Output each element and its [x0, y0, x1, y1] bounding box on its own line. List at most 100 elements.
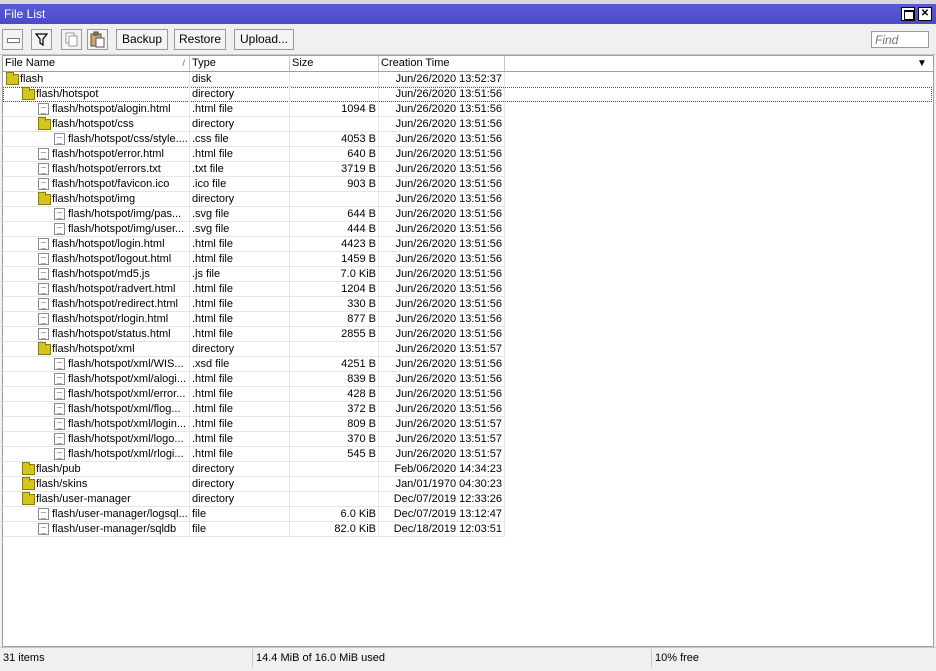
table-row[interactable]: flash/hotspot/img/user... .svg file 444 BJ…	[3, 222, 505, 237]
folder-icon	[38, 192, 51, 205]
file-name-text: flash/hotspot/error.html	[52, 148, 164, 160]
file-name-text: flash/hotspot/xml/WIS...	[68, 358, 184, 370]
cell-creation-time: Jun/26/2020 13:51:57	[379, 417, 505, 432]
remove-button[interactable]	[2, 29, 23, 50]
cell-file-name: flash/hotspot/img	[3, 192, 190, 207]
cell-size	[290, 342, 379, 357]
cell-size	[290, 87, 379, 102]
cell-creation-time: Jun/26/2020 13:51:56	[379, 207, 505, 222]
cell-file-name: flash/hotspot/error.html	[3, 147, 190, 162]
table-row[interactable]: flash/hotspot/redirect.html .html file 330…	[3, 297, 505, 312]
table-row[interactable]: flash/hotspot/md5.js .js file 7.0 KiB Jun/2…	[3, 267, 505, 282]
window-titlebar[interactable]: File List ✕	[0, 4, 936, 24]
copy-button[interactable]	[61, 29, 82, 50]
table-row[interactable]: flash/user-manager/sqldb file 82.0 KiB Dec/…	[3, 522, 505, 537]
file-table: File Name / Type Size Creation Time ▼ fl…	[2, 55, 934, 647]
cell-type: directory	[190, 342, 290, 357]
table-row[interactable]: flash/hotspot/xml/flog... .html file 372 B…	[3, 402, 505, 417]
cell-type: .svg file	[190, 207, 290, 222]
cell-file-name: flash/hotspot/md5.js	[3, 267, 190, 282]
cell-type: .html file	[190, 312, 290, 327]
table-row[interactable]: flash/hotspot/radvert.html .html file 1204…	[3, 282, 505, 297]
cell-type: .txt file	[190, 162, 290, 177]
table-row[interactable]: flash/hotspot directory Jun/26/2020 13:51:…	[3, 87, 932, 102]
cell-file-name: flash/hotspot/xml/logo...	[3, 432, 190, 447]
cell-type: .html file	[190, 147, 290, 162]
cell-size: 1094 B	[290, 102, 379, 117]
table-row[interactable]: flash/hotspot/logout.html .html file 1459 …	[3, 252, 505, 267]
table-row[interactable]: flash/hotspot/login.html .html file 4423 B…	[3, 237, 505, 252]
table-row[interactable]: flash/hotspot/xml/alogi... .html file 839 …	[3, 372, 505, 387]
upload-button[interactable]: Upload...	[234, 29, 294, 50]
folder-icon	[6, 72, 19, 85]
table-row[interactable]: flash/hotspot/img directory Jun/26/2020 13…	[3, 192, 505, 207]
table-row[interactable]: flash/hotspot/errors.txt .txt file 3719 BJ…	[3, 162, 505, 177]
table-row[interactable]: flash/user-manager directory Dec/07/2019 1…	[3, 492, 505, 507]
table-row[interactable]: flash/hotspot/xml/login... .html file 809 …	[3, 417, 505, 432]
table-row[interactable]: flash/hotspot/xml/WIS... .xsd file 4251 BJ…	[3, 357, 505, 372]
table-row[interactable]: flash/hotspot/img/pas... .svg file 644 B Ju…	[3, 207, 505, 222]
file-icon	[38, 523, 49, 535]
file-icon	[54, 208, 65, 220]
table-row[interactable]: flash/skins directory Jan/01/1970 04:30:23	[3, 477, 505, 492]
column-header-type[interactable]: Type	[190, 56, 290, 71]
cell-type: .html file	[190, 237, 290, 252]
file-name-text: flash/hotspot/rlogin.html	[52, 313, 169, 325]
folder-icon	[22, 492, 35, 505]
cell-creation-time: Jun/26/2020 13:51:56	[379, 147, 505, 162]
column-header-creation-time[interactable]: Creation Time	[379, 56, 505, 71]
cell-creation-time: Jun/26/2020 13:51:56	[379, 372, 505, 387]
copy-icon	[65, 32, 78, 47]
file-icon	[38, 283, 49, 295]
file-icon	[38, 508, 49, 520]
restore-button[interactable]: Restore	[174, 29, 226, 50]
status-free-space: 10% free	[655, 652, 700, 664]
find-input[interactable]	[871, 31, 929, 48]
file-name-text: flash/hotspot/xml/flog...	[68, 403, 181, 415]
table-row[interactable]: flash/hotspot/favicon.ico .ico file 903 BJ…	[3, 177, 505, 192]
cell-size: 4423 B	[290, 237, 379, 252]
paste-button[interactable]	[87, 29, 108, 50]
table-row[interactable]: flash/hotspot/xml/error... .html file 428 …	[3, 387, 505, 402]
table-row[interactable]: flash/hotspot/xml/rlogi... .html file 545 …	[3, 447, 505, 462]
cell-creation-time: Jun/26/2020 13:51:56	[379, 132, 505, 147]
column-menu-dropdown-icon[interactable]: ▼	[917, 58, 927, 69]
cell-size: 903 B	[290, 177, 379, 192]
table-row[interactable]: flash/hotspot/xml/logo... .html file 370 B…	[3, 432, 505, 447]
table-row[interactable]: flash/hotspot/xml directory Jun/26/2020 13…	[3, 342, 505, 357]
file-name-text: flash/hotspot/radvert.html	[52, 283, 176, 295]
backup-button[interactable]: Backup	[116, 29, 168, 50]
file-name-text: flash/hotspot/xml/logo...	[68, 433, 184, 445]
file-name-text: flash/hotspot/redirect.html	[52, 298, 178, 310]
file-name-text: flash/hotspot/css/style....	[68, 133, 188, 145]
table-row[interactable]: flash/hotspot/css/style.... .css file 4053…	[3, 132, 505, 147]
file-icon	[38, 103, 49, 115]
cell-size: 3719 B	[290, 162, 379, 177]
close-icon[interactable]: ✕	[918, 7, 932, 21]
table-row[interactable]: flash/pub directory Feb/06/2020 14:34:23	[3, 462, 505, 477]
filter-button[interactable]	[31, 29, 52, 50]
table-row[interactable]: flash/hotspot/alogin.html .html file 1094 …	[3, 102, 505, 117]
cell-type: .html file	[190, 372, 290, 387]
cell-file-name: flash/hotspot/xml/login...	[3, 417, 190, 432]
cell-file-name: flash/hotspot/login.html	[3, 237, 190, 252]
table-row[interactable]: flash/hotspot/error.html .html file 640 BJ…	[3, 147, 505, 162]
file-icon	[38, 238, 49, 250]
cell-creation-time: Dec/18/2019 12:03:51	[379, 522, 505, 537]
cell-file-name: flash/user-manager/logsql...	[3, 507, 190, 522]
cell-size: 2855 B	[290, 327, 379, 342]
column-header-name[interactable]: File Name /	[3, 56, 190, 71]
file-icon	[54, 358, 65, 370]
column-header-size[interactable]: Size	[290, 56, 379, 71]
cell-creation-time: Dec/07/2019 13:12:47	[379, 507, 505, 522]
cell-file-name: flash/hotspot/css/style....	[3, 132, 190, 147]
table-row[interactable]: flash/hotspot/rlogin.html .html file 877 B…	[3, 312, 505, 327]
cell-type: file	[190, 507, 290, 522]
cell-type: .ico file	[190, 177, 290, 192]
file-icon	[38, 253, 49, 265]
table-row[interactable]: flash/hotspot/css directory Jun/26/2020 13…	[3, 117, 505, 132]
table-row[interactable]: flash/hotspot/status.html .html file 2855 …	[3, 327, 505, 342]
table-row[interactable]: flash/user-manager/logsql... file 6.0 KiB D…	[3, 507, 505, 522]
table-row[interactable]: flash disk Jun/26/2020 13:52:37	[3, 72, 505, 87]
maximize-icon[interactable]	[901, 7, 915, 21]
